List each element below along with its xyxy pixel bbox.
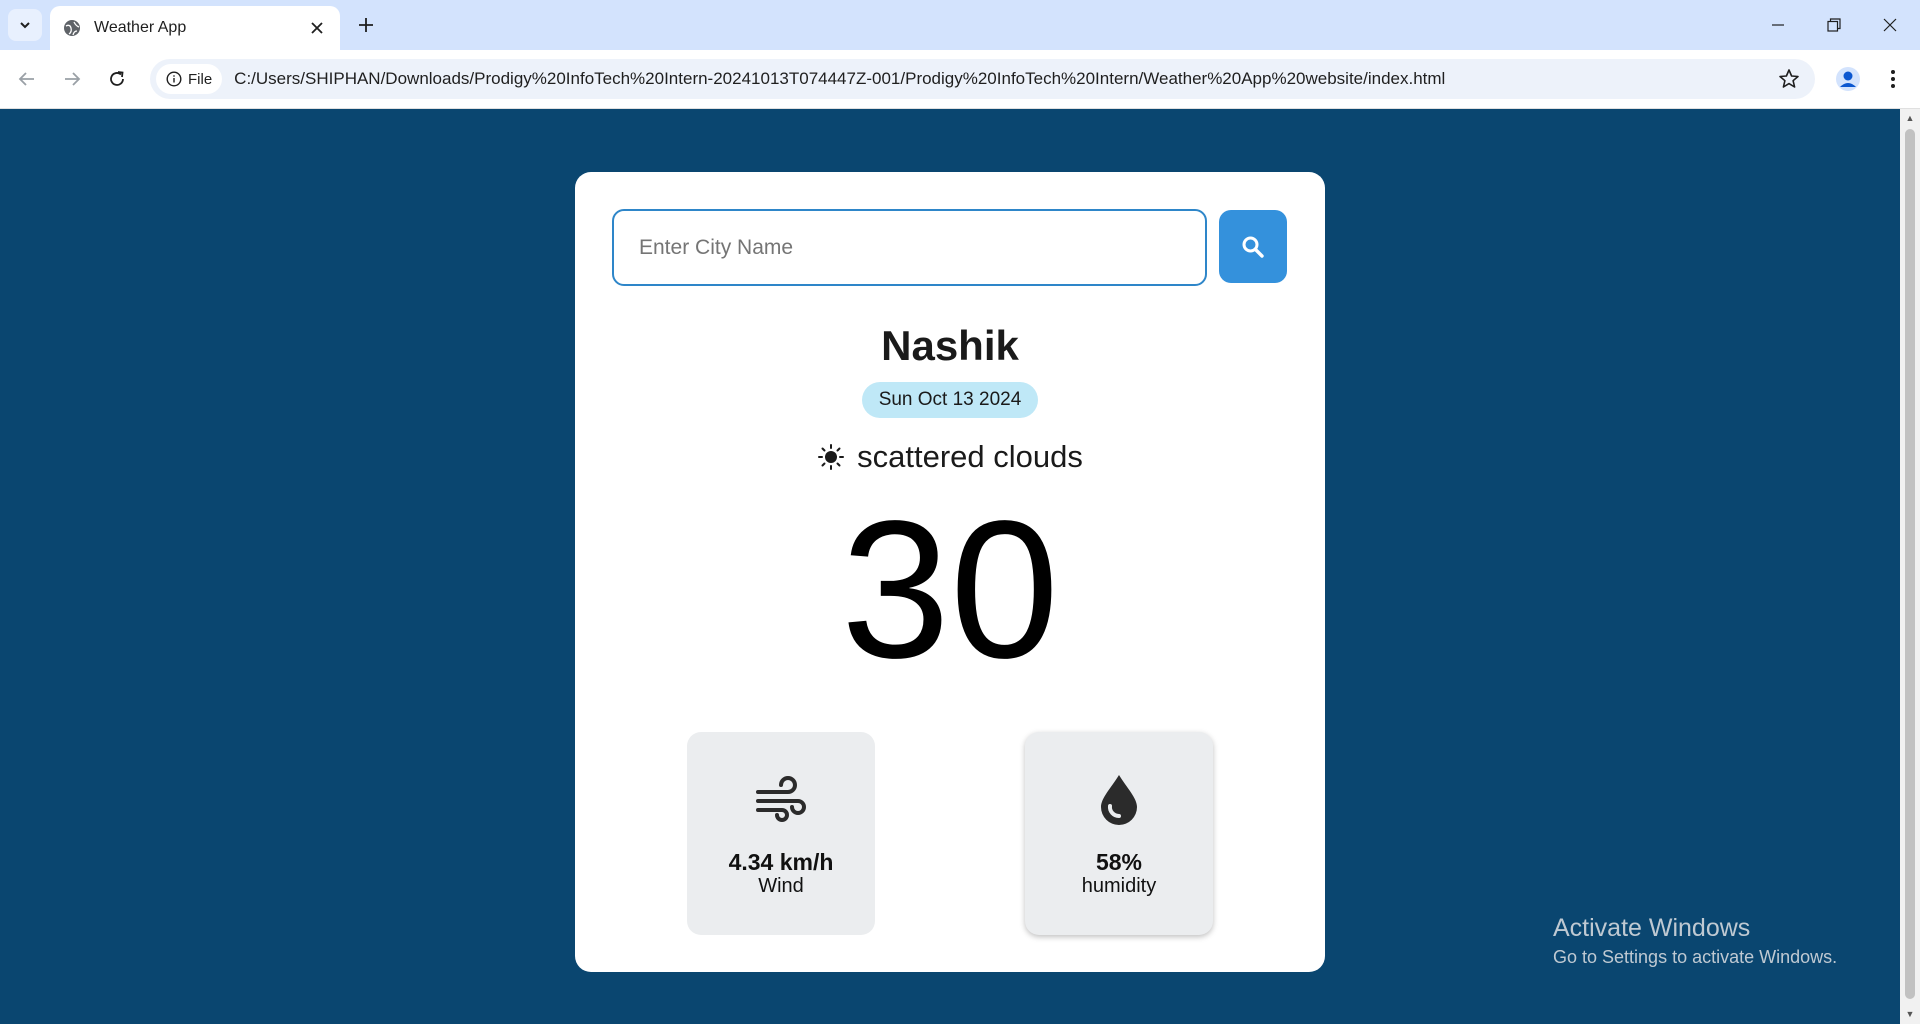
humidity-value: 58%	[1095, 849, 1143, 875]
humidity-card: 58% humidity	[1025, 732, 1213, 935]
browser-titlebar: Weather App	[0, 0, 1920, 50]
tab-close-button[interactable]	[306, 17, 328, 39]
browser-tab[interactable]: Weather App	[50, 6, 340, 50]
forward-button[interactable]	[55, 62, 89, 96]
arrow-right-icon	[65, 72, 81, 86]
search-button[interactable]	[1219, 210, 1287, 283]
minimize-icon	[1772, 24, 1784, 26]
browser-menu-button[interactable]	[1876, 62, 1910, 96]
close-icon	[311, 22, 323, 34]
date-badge: Sun Oct 13 2024	[862, 382, 1038, 418]
bookmark-star-icon[interactable]	[1777, 67, 1801, 91]
tab-search-button[interactable]	[8, 9, 42, 41]
site-info-chip[interactable]: File	[156, 64, 223, 94]
chevron-down-icon	[20, 22, 30, 29]
back-button[interactable]	[10, 62, 44, 96]
water-drop-icon	[1101, 775, 1137, 825]
watermark-title: Activate Windows	[1553, 914, 1751, 942]
restore-icon	[1827, 18, 1841, 32]
address-bar[interactable]: File C:/Users/SHIPHAN/Downloads/Prodigy%…	[150, 59, 1815, 99]
city-name: Nashik	[881, 322, 1019, 369]
new-tab-button[interactable]	[352, 11, 380, 39]
weather-condition: scattered clouds	[575, 437, 1325, 477]
activate-windows-watermark: Activate Windows Go to Settings to activ…	[1553, 914, 1837, 968]
site-info-label: File	[188, 70, 213, 88]
profile-button[interactable]	[1831, 62, 1865, 96]
scroll-down-arrow-icon[interactable]: ▼	[1905, 1009, 1915, 1019]
close-icon	[1883, 18, 1897, 32]
plus-icon	[359, 18, 373, 32]
arrow-left-icon	[18, 72, 34, 86]
page-scrollbar[interactable]: ▲ ▼	[1900, 109, 1920, 1024]
restore-button[interactable]	[1806, 0, 1862, 50]
scroll-up-arrow-icon[interactable]: ▲	[1905, 113, 1915, 123]
page-viewport: Nashik Sun Oct 13 2024 scattered clouds …	[0, 109, 1900, 1024]
wind-speed-value: 4.34 km/h	[728, 849, 834, 875]
temperature-value: 30	[840, 480, 1059, 699]
sun-icon	[818, 444, 845, 470]
scroll-thumb[interactable]	[1905, 129, 1915, 999]
tab-title: Weather App	[94, 19, 187, 36]
watermark-subtitle: Go to Settings to activate Windows.	[1553, 947, 1838, 967]
info-icon	[166, 71, 182, 87]
reload-button[interactable]	[100, 62, 134, 96]
wind-label: Wind	[758, 875, 804, 897]
globe-icon	[64, 20, 80, 36]
condition-text: scattered clouds	[857, 439, 1083, 474]
minimize-button[interactable]	[1750, 0, 1806, 50]
more-vertical-icon	[1891, 70, 1895, 88]
wind-icon	[756, 776, 806, 822]
search-icon	[1242, 236, 1264, 258]
url-text[interactable]: C:/Users/SHIPHAN/Downloads/Prodigy%20Inf…	[234, 69, 1445, 89]
reload-icon	[110, 71, 124, 86]
avatar-icon	[1836, 67, 1860, 91]
weather-card: Nashik Sun Oct 13 2024 scattered clouds …	[575, 172, 1325, 972]
wind-card: 4.34 km/h Wind	[687, 732, 875, 935]
humidity-label: humidity	[1081, 875, 1157, 897]
city-search-input[interactable]	[612, 209, 1207, 286]
browser-toolbar: File C:/Users/SHIPHAN/Downloads/Prodigy%…	[0, 50, 1920, 109]
close-window-button[interactable]	[1862, 0, 1918, 50]
